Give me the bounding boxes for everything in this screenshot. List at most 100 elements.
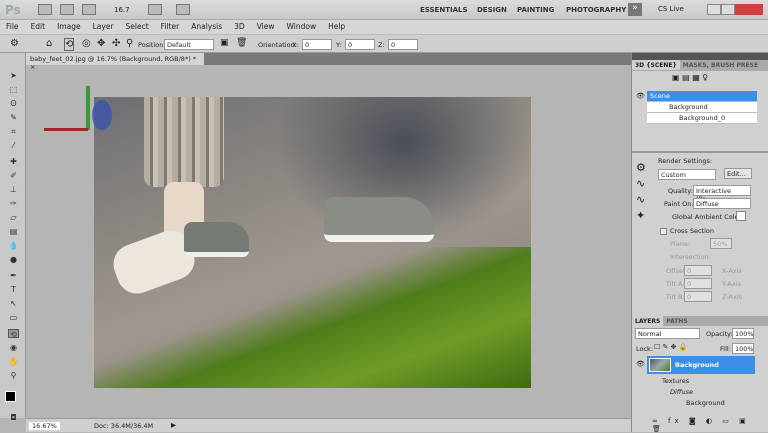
- orientation-z-input[interactable]: 0: [388, 39, 418, 50]
- tilt-a-input[interactable]: 0: [684, 278, 712, 289]
- menu-analysis[interactable]: Analysis: [185, 20, 228, 34]
- restore-button[interactable]: [721, 4, 735, 15]
- axis-z-handle[interactable]: [92, 100, 112, 130]
- healing-tool-icon[interactable]: ✚: [8, 157, 19, 166]
- workspace-design[interactable]: DESIGN: [477, 6, 507, 14]
- return-to-initial-icon[interactable]: ⌂: [46, 38, 52, 49]
- layer-textures[interactable]: Textures: [662, 377, 689, 385]
- blur-tool-icon[interactable]: 💧: [8, 241, 19, 250]
- shape-tool-icon[interactable]: ▭: [8, 313, 19, 322]
- orientation-y-input[interactable]: 0: [345, 39, 375, 50]
- crop-tool-icon[interactable]: ⌗: [8, 127, 19, 136]
- minimize-button[interactable]: [707, 4, 721, 15]
- z-axis-radio[interactable]: Z-Axis: [722, 293, 742, 301]
- cs-live-button[interactable]: CS Live: [658, 5, 684, 13]
- menu-image[interactable]: Image: [51, 20, 87, 34]
- screen-mode-icon[interactable]: [176, 4, 190, 15]
- close-window-button[interactable]: [735, 4, 763, 15]
- tilt-b-input[interactable]: 0: [684, 291, 712, 302]
- 3d-camera-tool-icon[interactable]: ◉: [8, 343, 19, 352]
- materials-icon[interactable]: ∿: [636, 193, 645, 206]
- lights-icon[interactable]: ✦: [636, 209, 645, 222]
- eraser-tool-icon[interactable]: ▱: [8, 213, 19, 222]
- opacity-input[interactable]: 100%: [732, 328, 754, 339]
- fill-input[interactable]: 100%: [732, 343, 754, 354]
- status-menu-arrow-icon[interactable]: ▶: [171, 421, 176, 429]
- tab-3d-scene[interactable]: 3D {SCENE}: [632, 60, 680, 70]
- axis-y-handle[interactable]: [86, 86, 90, 130]
- hand-tool-icon[interactable]: ✋: [8, 357, 19, 366]
- quick-mask-icon[interactable]: ◘: [8, 413, 19, 422]
- menu-window[interactable]: Window: [281, 20, 323, 34]
- clone-stamp-tool-icon[interactable]: ⊥: [8, 185, 19, 194]
- drag-3d-icon[interactable]: ✥: [97, 38, 105, 49]
- move-tool-icon[interactable]: ➤: [8, 71, 19, 80]
- blend-mode-select[interactable]: Normal: [635, 328, 700, 339]
- offset-input[interactable]: 0: [684, 265, 712, 276]
- lasso-tool-icon[interactable]: ʘ: [8, 99, 19, 108]
- scene-filter-icons[interactable]: ▣ ▤ ▦ ♀: [672, 73, 708, 82]
- document-tab[interactable]: baby_feet_02.jpg @ 16.7% (Background, RG…: [26, 53, 204, 71]
- brush-tool-icon[interactable]: ✐: [8, 171, 19, 180]
- layer-diffuse[interactable]: Diffuse: [670, 388, 693, 396]
- arrange-documents-icon[interactable]: [148, 4, 162, 15]
- menu-3d[interactable]: 3D: [228, 20, 251, 34]
- path-selection-tool-icon[interactable]: ↖: [8, 299, 19, 308]
- close-document-icon[interactable]: ×: [30, 63, 35, 71]
- delete-position-icon[interactable]: 🗑: [236, 38, 247, 48]
- slide-3d-icon[interactable]: ✣: [112, 38, 120, 49]
- visibility-eye-icon[interactable]: 👁: [636, 92, 645, 100]
- tree-item-scene[interactable]: Scene: [647, 91, 757, 102]
- type-tool-icon[interactable]: T: [8, 285, 19, 294]
- menu-edit[interactable]: Edit: [25, 20, 52, 34]
- workspace-photography[interactable]: PHOTOGRAPHY: [566, 6, 626, 14]
- eyedropper-tool-icon[interactable]: ⁄: [8, 141, 19, 150]
- tab-layers[interactable]: LAYERS: [632, 316, 664, 326]
- quality-select[interactable]: Interactive (Pa...: [693, 185, 751, 203]
- cross-section-checkbox[interactable]: [660, 228, 667, 235]
- history-brush-tool-icon[interactable]: ✑: [8, 199, 19, 208]
- save-position-icon[interactable]: ▣: [220, 38, 229, 48]
- mini-bridge-icon[interactable]: [60, 4, 74, 15]
- y-axis-radio[interactable]: Y-Axis: [722, 280, 741, 288]
- menu-select[interactable]: Select: [120, 20, 155, 34]
- bridge-icon[interactable]: [38, 4, 52, 15]
- quick-selection-tool-icon[interactable]: ✎: [8, 113, 19, 122]
- rotate-3d-icon[interactable]: ⟲: [64, 38, 75, 51]
- scene-icon[interactable]: ⚙: [636, 161, 646, 174]
- scale-3d-icon[interactable]: ⚲: [126, 38, 133, 49]
- foreground-color-swatch[interactable]: [5, 391, 16, 402]
- gradient-tool-icon[interactable]: ▤: [8, 227, 19, 236]
- workspace-essentials[interactable]: ESSENTIALS: [420, 6, 468, 14]
- paint-on-select[interactable]: Diffuse: [693, 198, 751, 209]
- axis-x-handle[interactable]: [44, 128, 88, 131]
- zoom-level-select[interactable]: 16.7: [114, 6, 130, 14]
- menu-view[interactable]: View: [251, 20, 281, 34]
- plane-percent-input[interactable]: 50%: [710, 238, 732, 249]
- render-preset-select[interactable]: Custom: [658, 169, 716, 180]
- layer-actions-bar-icons[interactable]: ∞ fx ◙ ◐ ▭ ▣ 🗑: [652, 417, 768, 433]
- tree-item-background[interactable]: Background: [647, 102, 757, 113]
- menu-file[interactable]: File: [0, 20, 25, 34]
- zoom-status[interactable]: 16.67%: [29, 422, 60, 430]
- roll-3d-icon[interactable]: ◎: [82, 38, 91, 49]
- menu-help[interactable]: Help: [322, 20, 351, 34]
- lock-icons[interactable]: ☐ ✎ ✥ 🔒: [654, 343, 687, 351]
- zoom-tool-icon[interactable]: ⚲: [8, 371, 19, 380]
- menu-filter[interactable]: Filter: [155, 20, 186, 34]
- marquee-tool-icon[interactable]: ⬚: [8, 85, 19, 94]
- position-select[interactable]: Default: [164, 39, 214, 50]
- x-axis-radio[interactable]: X-Axis: [722, 267, 742, 275]
- 3d-rotate-tool-icon[interactable]: ⟲: [8, 329, 19, 339]
- dodge-tool-icon[interactable]: ●: [8, 255, 19, 264]
- view-extras-icon[interactable]: [82, 4, 96, 15]
- layer-texture-background[interactable]: Background: [686, 399, 725, 407]
- 3d-tool-preset-icon[interactable]: ⚙: [10, 38, 19, 49]
- layer-visibility-eye-icon[interactable]: 👁: [636, 360, 645, 368]
- orientation-x-input[interactable]: 0: [302, 39, 332, 50]
- edit-render-button[interactable]: Edit...: [724, 168, 752, 179]
- more-workspaces-button[interactable]: »: [628, 3, 642, 16]
- pen-tool-icon[interactable]: ✒: [8, 271, 19, 280]
- tree-item-background-0[interactable]: Background_0: [647, 113, 757, 124]
- mesh-icon[interactable]: ∿: [636, 177, 645, 190]
